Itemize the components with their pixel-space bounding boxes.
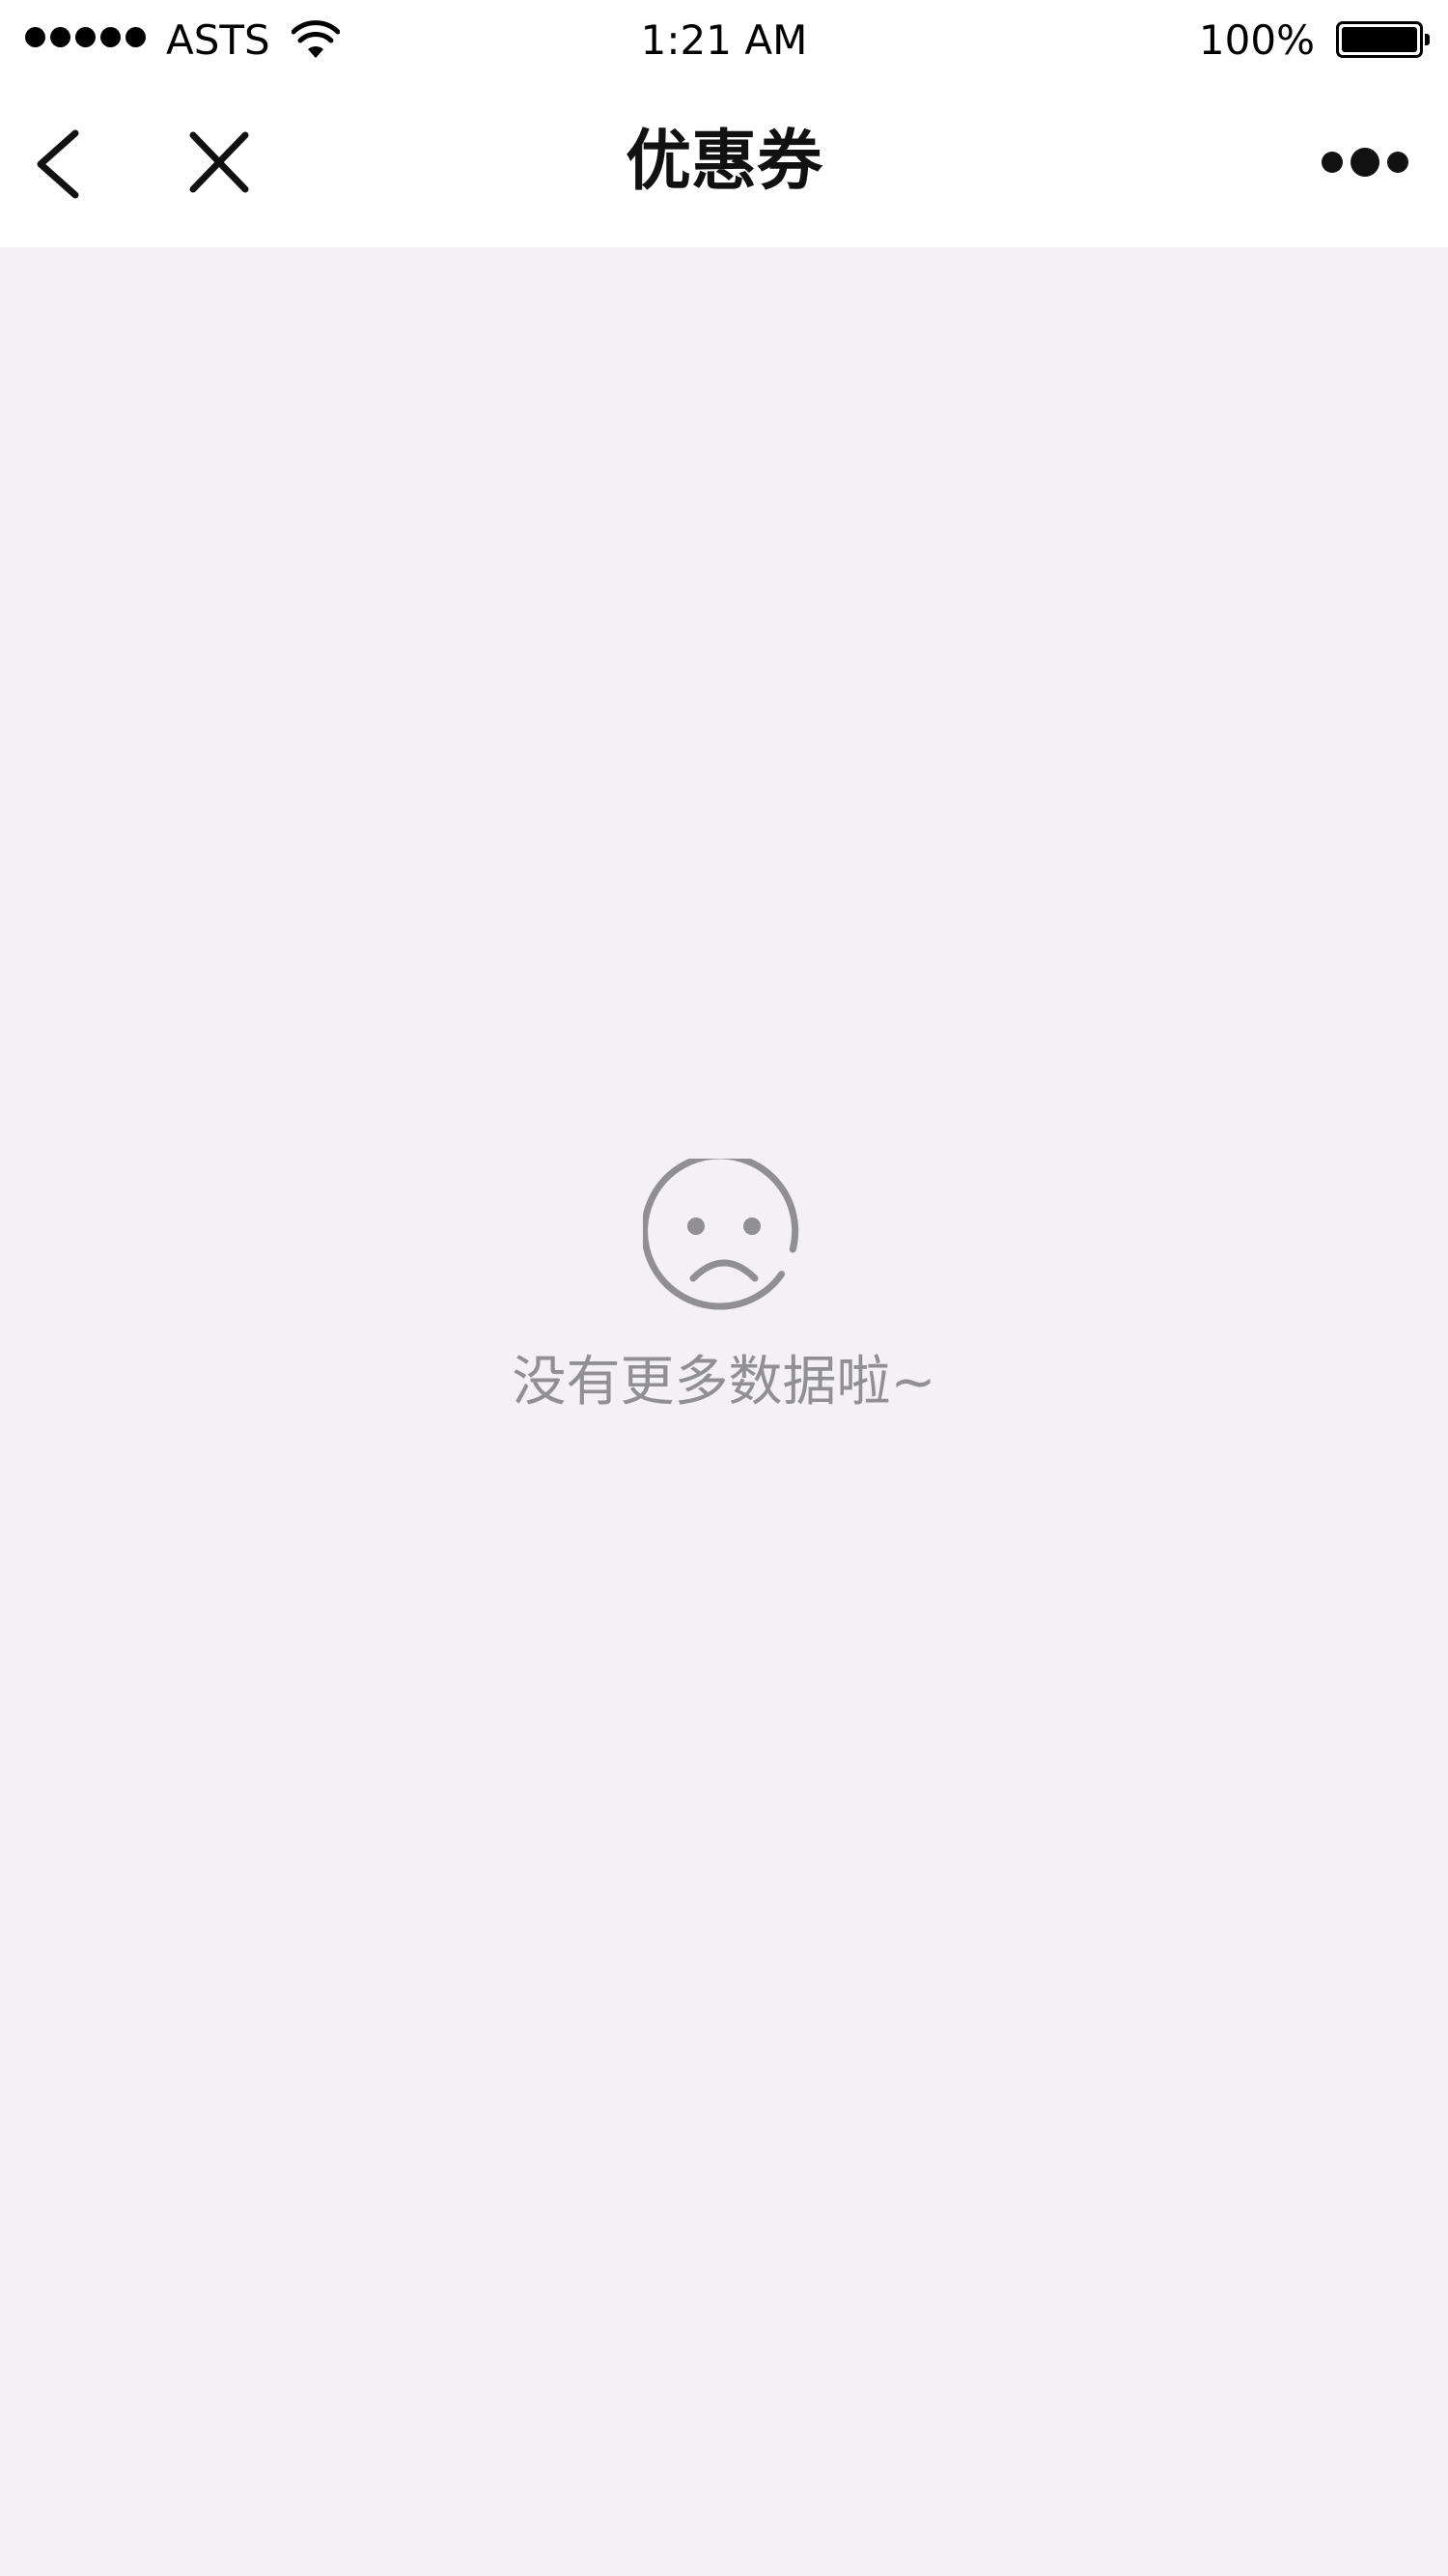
- more-icon: [1322, 148, 1408, 177]
- battery-percentage: 100%: [1198, 16, 1315, 64]
- battery-icon: [1336, 21, 1430, 58]
- coupons-screen: ASTS 1:21 AM 100% 优惠券 没有更多数据啦~: [0, 0, 1448, 2576]
- sad-face-icon: [643, 1159, 799, 1310]
- empty-message: 没有更多数据啦~: [512, 1351, 936, 1414]
- more-options-button[interactable]: [1315, 139, 1415, 185]
- page-title: 优惠券: [625, 124, 822, 200]
- empty-state: 没有更多数据啦~: [0, 1159, 1448, 1417]
- navigation-bar: 优惠券: [0, 81, 1448, 247]
- status-bar: ASTS 1:21 AM 100%: [0, 0, 1448, 81]
